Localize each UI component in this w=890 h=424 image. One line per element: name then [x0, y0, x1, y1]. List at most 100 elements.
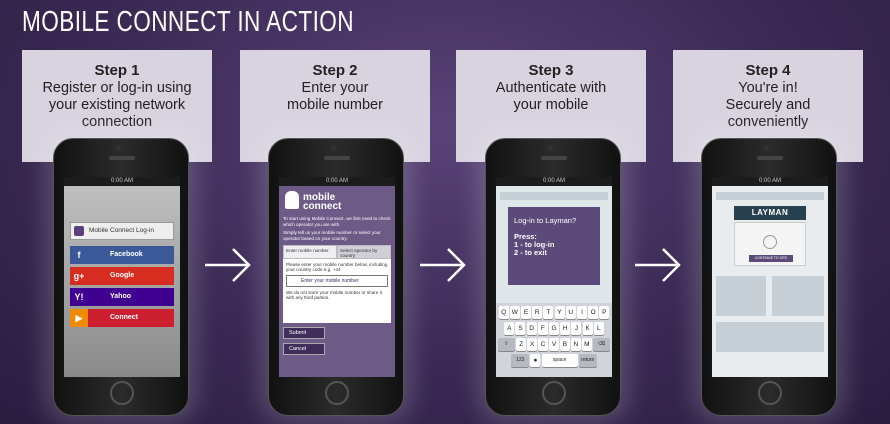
home-button[interactable]: [110, 381, 134, 405]
speaker-grille: [541, 156, 567, 160]
arrow-right-icon: [420, 248, 466, 282]
status-bar: 0:00 AM: [64, 177, 180, 186]
backspace-key[interactable]: ⌫: [592, 338, 611, 351]
key-z[interactable]: Z: [516, 338, 527, 351]
login-label: Mobile Connect Log-in: [89, 227, 155, 234]
google-button[interactable]: g+ Google: [70, 267, 174, 285]
camera-icon: [764, 146, 769, 151]
key-g[interactable]: G: [549, 322, 559, 335]
key-y[interactable]: Y: [554, 306, 565, 319]
speaker-grille: [324, 156, 350, 160]
microphone-icon[interactable]: ●: [530, 354, 541, 367]
key-i[interactable]: I: [576, 306, 587, 319]
key-e[interactable]: E: [521, 306, 532, 319]
step-heading: Step 3: [528, 62, 574, 79]
key-123[interactable]: 123: [511, 354, 530, 367]
website-header: [500, 192, 608, 200]
phone-step-1: 0:00 AM Mobile Connect Log-in f Facebook…: [53, 138, 189, 416]
key-x[interactable]: X: [527, 338, 537, 351]
yahoo-button[interactable]: Y! Yahoo: [70, 288, 174, 306]
facebook-button[interactable]: f Facebook: [70, 246, 174, 264]
key-b[interactable]: B: [560, 338, 570, 351]
mobile-connect-logo: mobile connect: [285, 190, 391, 216]
step-text-line: mobile number: [287, 97, 383, 113]
phone-screen: 0:00 AM Mobile Connect Log-in f Facebook…: [64, 177, 180, 377]
shift-key[interactable]: ⇧: [497, 338, 516, 351]
phone-step-2: 0:00 AM mobile connect To start using Mo…: [268, 138, 404, 416]
step-text-line: Enter your: [301, 80, 369, 96]
key-j[interactable]: J: [571, 322, 582, 335]
cancel-button[interactable]: Cancel: [283, 343, 325, 355]
tab-select-operator[interactable]: Select operator by country: [337, 245, 391, 259]
arrow-right-icon: [205, 248, 251, 282]
connect-icon: ▶: [70, 309, 88, 327]
status-bar: 0:00 AM: [712, 177, 828, 186]
brand-line: connect: [303, 201, 342, 212]
home-button[interactable]: [542, 381, 566, 405]
instruction-text: Simply tell us your mobile number or sel…: [283, 230, 381, 241]
submit-button[interactable]: Submit: [283, 327, 325, 339]
tab-enter-mobile-number[interactable]: Enter mobile number: [283, 245, 337, 259]
button-label: Yahoo: [110, 293, 132, 300]
key-r[interactable]: R: [532, 306, 543, 319]
authentication-prompt: Log-in to Layman? Press: 1 - to log-in 2…: [508, 207, 600, 285]
key-h[interactable]: H: [560, 322, 571, 335]
step-heading: Step 2: [312, 62, 358, 79]
yahoo-icon: Y!: [74, 292, 84, 302]
keyboard: QWERTYUIOP ASDFGHJKL ⇧ Z X C V B N M ⌫ 123 ● sp…: [496, 303, 612, 377]
content-block: [716, 322, 824, 352]
option-exit: 2 - to exit: [514, 248, 547, 257]
phone-screen: 0:00 AM mobile connect To start using Mo…: [279, 177, 395, 377]
camera-icon: [548, 146, 553, 151]
key-u[interactable]: U: [565, 306, 576, 319]
step-text-line: conveniently: [727, 114, 809, 130]
step-heading: Step 4: [745, 62, 791, 79]
key-s[interactable]: S: [515, 322, 526, 335]
key-t[interactable]: T: [543, 306, 554, 319]
content-block: [772, 276, 824, 316]
camera-icon: [116, 146, 121, 151]
key-p[interactable]: P: [599, 306, 610, 319]
speaker-grille: [109, 156, 135, 160]
key-n[interactable]: N: [571, 338, 581, 351]
key-m[interactable]: M: [581, 338, 592, 351]
lock-icon: [74, 226, 84, 236]
connect-button[interactable]: ▶ Connect: [70, 309, 174, 327]
home-button[interactable]: [758, 381, 782, 405]
mobile-number-field[interactable]: Enter your mobile number: [286, 275, 388, 287]
phone-step-4: 0:00 AM LAYMAN CONTINUE TO SITE: [701, 138, 837, 416]
button-label: Connect: [110, 314, 138, 321]
key-f[interactable]: F: [537, 322, 548, 335]
space-key[interactable]: space: [541, 354, 578, 367]
key-k[interactable]: K: [582, 322, 593, 335]
return-key[interactable]: return: [578, 354, 597, 367]
content-block: [716, 276, 766, 316]
facebook-icon: f: [77, 250, 81, 260]
key-w[interactable]: W: [509, 306, 520, 319]
phone-screen: 0:00 AM LAYMAN CONTINUE TO SITE: [712, 177, 828, 377]
continue-button[interactable]: CONTINUE TO SITE: [749, 255, 793, 262]
step-text-line: Securely and: [725, 97, 811, 113]
layman-logo: LAYMAN: [734, 206, 806, 220]
website-header: [716, 192, 824, 200]
step-heading: Step 1: [94, 62, 140, 79]
panel-text: Please enter your mobile number below, i…: [286, 262, 388, 272]
home-button[interactable]: [325, 381, 349, 405]
button-label: Facebook: [110, 251, 143, 258]
key-c[interactable]: C: [538, 338, 548, 351]
key-a[interactable]: A: [504, 322, 515, 335]
intro-text: To start using Mobile Connect, we first …: [283, 216, 391, 227]
step-text-line: your mobile: [513, 97, 589, 113]
key-q[interactable]: Q: [498, 306, 509, 319]
step-text-line: Authenticate with: [495, 80, 607, 96]
key-d[interactable]: D: [526, 322, 537, 335]
mobile-connect-login-button[interactable]: Mobile Connect Log-in: [70, 222, 174, 240]
key-o[interactable]: O: [588, 306, 599, 319]
key-l[interactable]: L: [593, 322, 604, 335]
avatar: [763, 235, 777, 249]
key-v[interactable]: V: [549, 338, 559, 351]
step-text-line: You're in!: [738, 80, 798, 96]
phone-step-3: 0:00 AM Log-in to Layman? Press: 1 - to …: [485, 138, 621, 416]
arrow-right-icon: [635, 248, 681, 282]
number-panel: Please enter your mobile number below, i…: [283, 259, 391, 323]
